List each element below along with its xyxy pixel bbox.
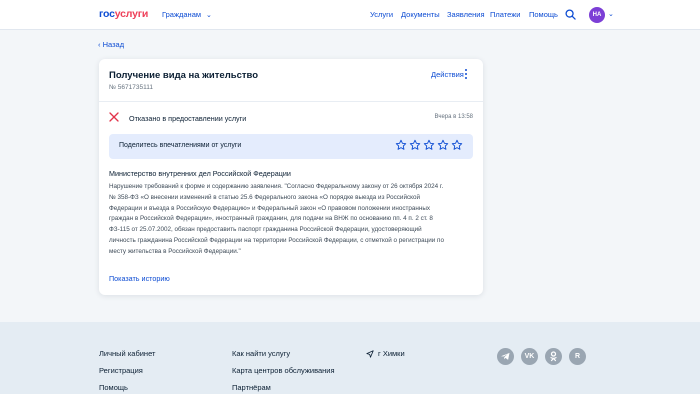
application-number: № 5671735111 <box>109 84 153 91</box>
chevron-down-icon[interactable]: ⌄ <box>608 10 614 18</box>
footer-link-partners[interactable]: Партнёрам <box>232 383 271 392</box>
reason-line: ФЗ-115 от 25.07.2002, обязан предоставит… <box>109 226 422 234</box>
actions-button[interactable]: Действия <box>431 70 464 79</box>
close-icon <box>109 112 119 122</box>
rating-stars <box>395 139 463 153</box>
chevron-down-icon: ⌄ <box>206 12 212 19</box>
application-title: Получение вида на жительство <box>109 70 259 81</box>
nav-applications[interactable]: Заявления <box>447 10 485 19</box>
feedback-banner: Поделитесь впечатлениями от услуги <box>109 134 473 159</box>
back-link[interactable]: ‹ Назад <box>98 40 124 49</box>
location-arrow-icon <box>366 350 374 358</box>
ministry-name: Министерство внутренних дел Российской Ф… <box>109 169 291 178</box>
location-selector[interactable]: г Химки <box>378 349 405 358</box>
show-history-link[interactable]: Показать историю <box>109 274 170 283</box>
feedback-prompt: Поделитесь впечатлениями от услуги <box>119 142 242 149</box>
chevron-left-icon: ‹ <box>98 40 101 49</box>
status-text: Отказано в предоставлении услуги <box>129 114 247 123</box>
footer-link-registration[interactable]: Регистрация <box>99 366 143 375</box>
refusal-reason: Нарушение требований к форме и содержани… <box>109 182 473 258</box>
avatar[interactable]: НА <box>589 7 605 23</box>
star-icon[interactable] <box>423 139 435 151</box>
gosuslugi-logo[interactable]: госуслуги <box>99 8 148 20</box>
reason-line: № 358-ФЗ «О внесении изменений в статью … <box>109 193 420 201</box>
reason-line: Федерации и въезда в Российскую Федераци… <box>109 204 431 212</box>
divider <box>99 101 483 102</box>
reason-line: личность гражданина Российской Федерации… <box>109 236 444 244</box>
footer-link-help[interactable]: Помощь <box>99 383 128 392</box>
nav-help[interactable]: Помощь <box>529 10 558 19</box>
footer-link-find-service[interactable]: Как найти услугу <box>232 349 290 358</box>
reason-line: месту жительства в Российской Федерации.… <box>109 247 241 255</box>
more-vertical-icon[interactable] <box>465 69 469 80</box>
footer-link-service-map[interactable]: Карта центров обслуживания <box>232 366 335 375</box>
search-icon[interactable] <box>565 9 576 20</box>
footer: Личный кабинет Регистрация Помощь Как на… <box>0 322 700 394</box>
vk-icon[interactable]: VK <box>521 348 538 365</box>
citizens-menu[interactable]: Гражданам ⌄ <box>162 10 212 19</box>
star-icon[interactable] <box>409 139 421 151</box>
rutube-icon[interactable]: R <box>569 348 586 365</box>
nav-documents[interactable]: Документы <box>401 10 440 19</box>
star-icon[interactable] <box>437 139 449 151</box>
application-card: Получение вида на жительство № 567173511… <box>99 59 483 295</box>
ok-icon[interactable] <box>545 348 562 365</box>
star-icon[interactable] <box>451 139 463 151</box>
reason-line: граждан в Российской Федерации», иностра… <box>109 215 433 223</box>
footer-link-account[interactable]: Личный кабинет <box>99 349 155 358</box>
reason-line: Нарушение требований к форме и содержани… <box>109 183 444 190</box>
star-icon[interactable] <box>395 139 407 151</box>
telegram-icon[interactable] <box>497 348 514 365</box>
nav-services[interactable]: Услуги <box>370 10 393 19</box>
nav-payments[interactable]: Платежи <box>490 10 520 19</box>
status-timestamp: Вчера в 13:58 <box>434 114 473 120</box>
top-header: госуслуги Гражданам ⌄ Услуги Документы За… <box>0 0 700 30</box>
